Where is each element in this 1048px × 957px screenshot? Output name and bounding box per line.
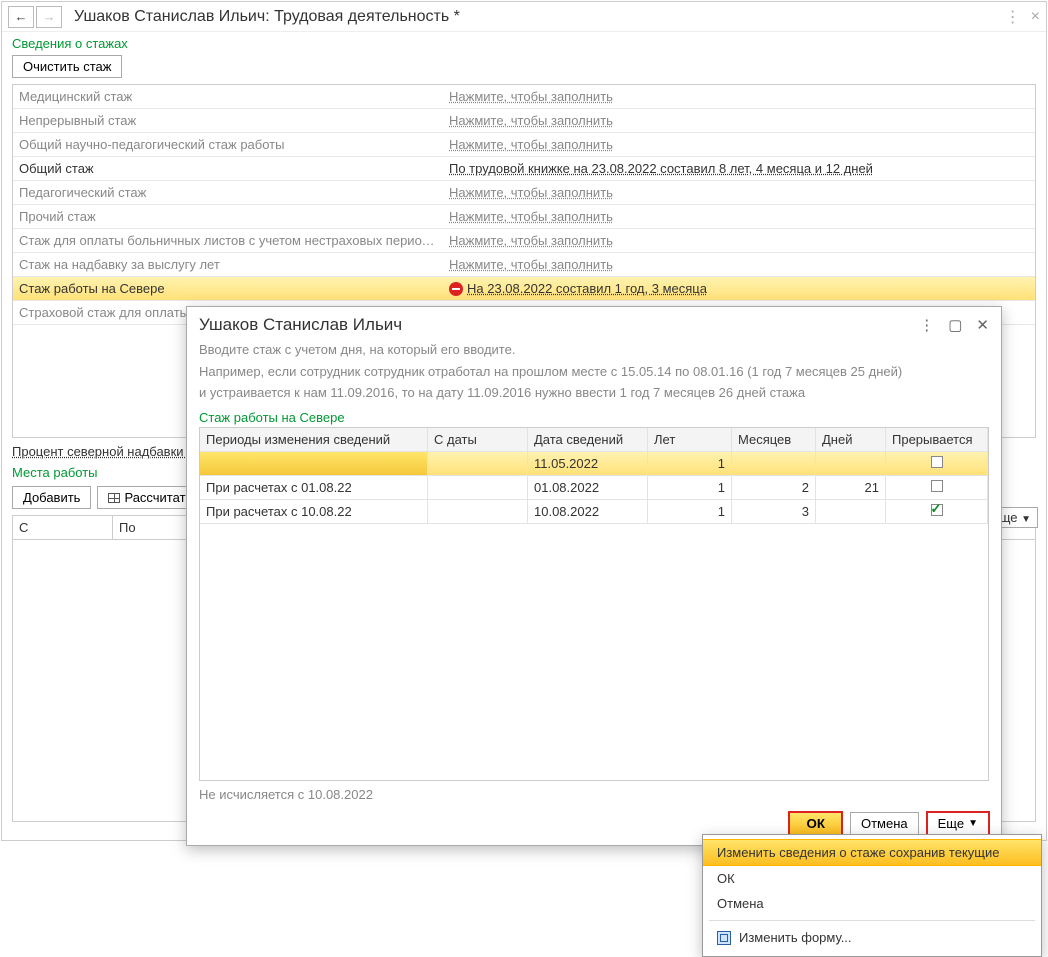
cell-years[interactable]: 1	[648, 476, 732, 499]
stazh-value-link[interactable]: Нажмите, чтобы заполнить	[449, 185, 613, 200]
col-months: Месяцев	[732, 428, 816, 451]
chevron-down-icon: ▼	[968, 818, 978, 829]
chevron-down-icon: ▼	[1021, 514, 1031, 525]
arrow-right-icon: →	[43, 9, 56, 24]
cell-date[interactable]: 01.08.2022	[528, 476, 648, 499]
stazh-value-link[interactable]: Нажмите, чтобы заполнить	[449, 89, 613, 104]
cell-months[interactable]: 3	[732, 500, 816, 523]
col-from: С даты приема	[428, 428, 528, 451]
titlebar: ← → Ушаков Станислав Ильич: Трудовая дея…	[2, 2, 1046, 32]
stazh-label: Стаж на надбавку за выслугу лет	[13, 257, 443, 272]
maximize-icon[interactable]: ▢	[948, 316, 962, 334]
stazh-label: Стаж работы на Севере	[13, 281, 443, 296]
kebab-icon[interactable]: ⋮	[919, 316, 934, 334]
cell-interrupt[interactable]	[886, 476, 988, 499]
more-dropdown: Изменить сведения о стаже сохранив текущ…	[702, 834, 1042, 957]
stazh-value-link[interactable]: Нажмите, чтобы заполнить	[449, 137, 613, 152]
menu-item-change-stazh[interactable]: Изменить сведения о стаже сохранив текущ…	[703, 839, 1041, 866]
cell-date[interactable]: 11.05.2022	[528, 452, 648, 475]
menu-item-ok[interactable]: ОК	[703, 866, 1041, 891]
checkbox-checked-icon[interactable]	[931, 504, 943, 516]
stazh-value-link[interactable]: Нажмите, чтобы заполнить	[449, 257, 613, 272]
error-icon	[449, 282, 463, 296]
stazh-dialog: Ушаков Станислав Ильич ⋮ ▢ ✕ Вводите ста…	[186, 306, 1002, 846]
stazh-value-link[interactable]: Нажмите, чтобы заполнить	[449, 209, 613, 224]
col-interrupt: Прерывается	[886, 428, 988, 451]
cell-date[interactable]: 10.08.2022	[528, 500, 648, 523]
stazh-grid: Периоды изменения сведений С даты приема…	[199, 427, 989, 781]
stazh-label: Прочий стаж	[13, 209, 443, 224]
stazh-label: Общий научно-педагогический стаж работы	[13, 137, 443, 152]
stazh-value-link[interactable]: Нажмите, чтобы заполнить	[449, 113, 613, 128]
cell-interrupt[interactable]	[886, 500, 988, 523]
cell-period[interactable]: При расчетах с 10.08.22	[200, 500, 428, 523]
stazh-label: Общий стаж	[13, 161, 443, 176]
menu-item-cancel[interactable]: Отмена	[703, 891, 1041, 916]
recalc-button[interactable]: Рассчитат	[97, 486, 196, 509]
clear-stazh-button[interactable]: Очистить стаж	[12, 55, 122, 78]
cell-years[interactable]: 1	[648, 500, 732, 523]
cell-from[interactable]	[428, 500, 528, 523]
kebab-icon[interactable]: ⋮	[1005, 7, 1021, 27]
cell-from[interactable]	[428, 476, 528, 499]
col-years: Лет	[648, 428, 732, 451]
more-button[interactable]: Еще ▼	[927, 812, 989, 835]
cell-period[interactable]: При расчетах с 01.08.22	[200, 476, 428, 499]
menu-separator	[709, 920, 1035, 921]
page-title: Ушаков Станислав Ильич: Трудовая деятель…	[74, 8, 995, 26]
close-icon[interactable]: ×	[1031, 8, 1040, 26]
nav-forward-button[interactable]: →	[36, 6, 62, 28]
stazh-label: Педагогический стаж	[13, 185, 443, 200]
dialog-footnote: Не исчисляется с 10.08.2022	[199, 781, 989, 806]
stazh-label: Медицинский стаж	[13, 89, 443, 104]
col-period: Периоды изменения сведений	[200, 428, 428, 451]
north-allowance-link[interactable]: Процент северной надбавки н	[2, 438, 204, 461]
grid-row[interactable]: При расчетах с 10.08.22 10.08.2022 1 3	[200, 500, 988, 524]
cell-from[interactable]	[428, 452, 528, 475]
dialog-section-label: Стаж работы на Севере	[199, 406, 989, 427]
cell-days[interactable]	[816, 500, 886, 523]
cell-interrupt[interactable]	[886, 452, 988, 475]
form-icon	[717, 931, 731, 945]
grid-row[interactable]: 11.05.2022 1	[200, 452, 988, 476]
add-button[interactable]: Добавить	[12, 486, 91, 509]
nav-back-button[interactable]: ←	[8, 6, 34, 28]
col-date: Дата сведений	[528, 428, 648, 451]
stazh-value-link[interactable]: На 23.08.2022 составил 1 год, 3 месяца	[467, 281, 707, 296]
stazh-label: Стаж для оплаты больничных листов с учет…	[13, 233, 443, 248]
column-from: С	[13, 516, 113, 539]
close-icon[interactable]: ✕	[976, 316, 989, 334]
cell-period[interactable]	[200, 452, 428, 475]
cell-years[interactable]: 1	[648, 452, 732, 475]
arrow-left-icon: ←	[15, 9, 28, 24]
menu-item-edit-form[interactable]: Изменить форму...	[703, 925, 1041, 950]
dialog-hint: Например, если сотрудник сотрудник отраб…	[199, 363, 989, 381]
checkbox-icon[interactable]	[931, 480, 943, 492]
table-icon	[108, 493, 120, 503]
cell-days[interactable]: 21	[816, 476, 886, 499]
cell-months[interactable]	[732, 452, 816, 475]
stazh-value-link[interactable]: По трудовой книжке на 23.08.2022 состави…	[449, 161, 873, 176]
dialog-title: Ушаков Станислав Ильич	[199, 315, 402, 335]
cancel-button[interactable]: Отмена	[850, 812, 919, 835]
dialog-hint: и устраивается к нам 11.09.2016, то на д…	[199, 384, 989, 402]
stazh-value-link[interactable]: Нажмите, чтобы заполнить	[449, 233, 613, 248]
checkbox-icon[interactable]	[931, 456, 943, 468]
section-label-stazh: Сведения о стажах	[2, 32, 1046, 53]
ok-button[interactable]: ОК	[789, 812, 842, 835]
stazh-label: Непрерывный стаж	[13, 113, 443, 128]
recalc-button-label: Рассчитат	[124, 490, 185, 505]
dialog-hint: Вводите стаж с учетом дня, на который ег…	[199, 341, 989, 359]
cell-days[interactable]	[816, 452, 886, 475]
col-days: Дней	[816, 428, 886, 451]
cell-months[interactable]: 2	[732, 476, 816, 499]
grid-row[interactable]: При расчетах с 01.08.22 01.08.2022 1 2 2…	[200, 476, 988, 500]
